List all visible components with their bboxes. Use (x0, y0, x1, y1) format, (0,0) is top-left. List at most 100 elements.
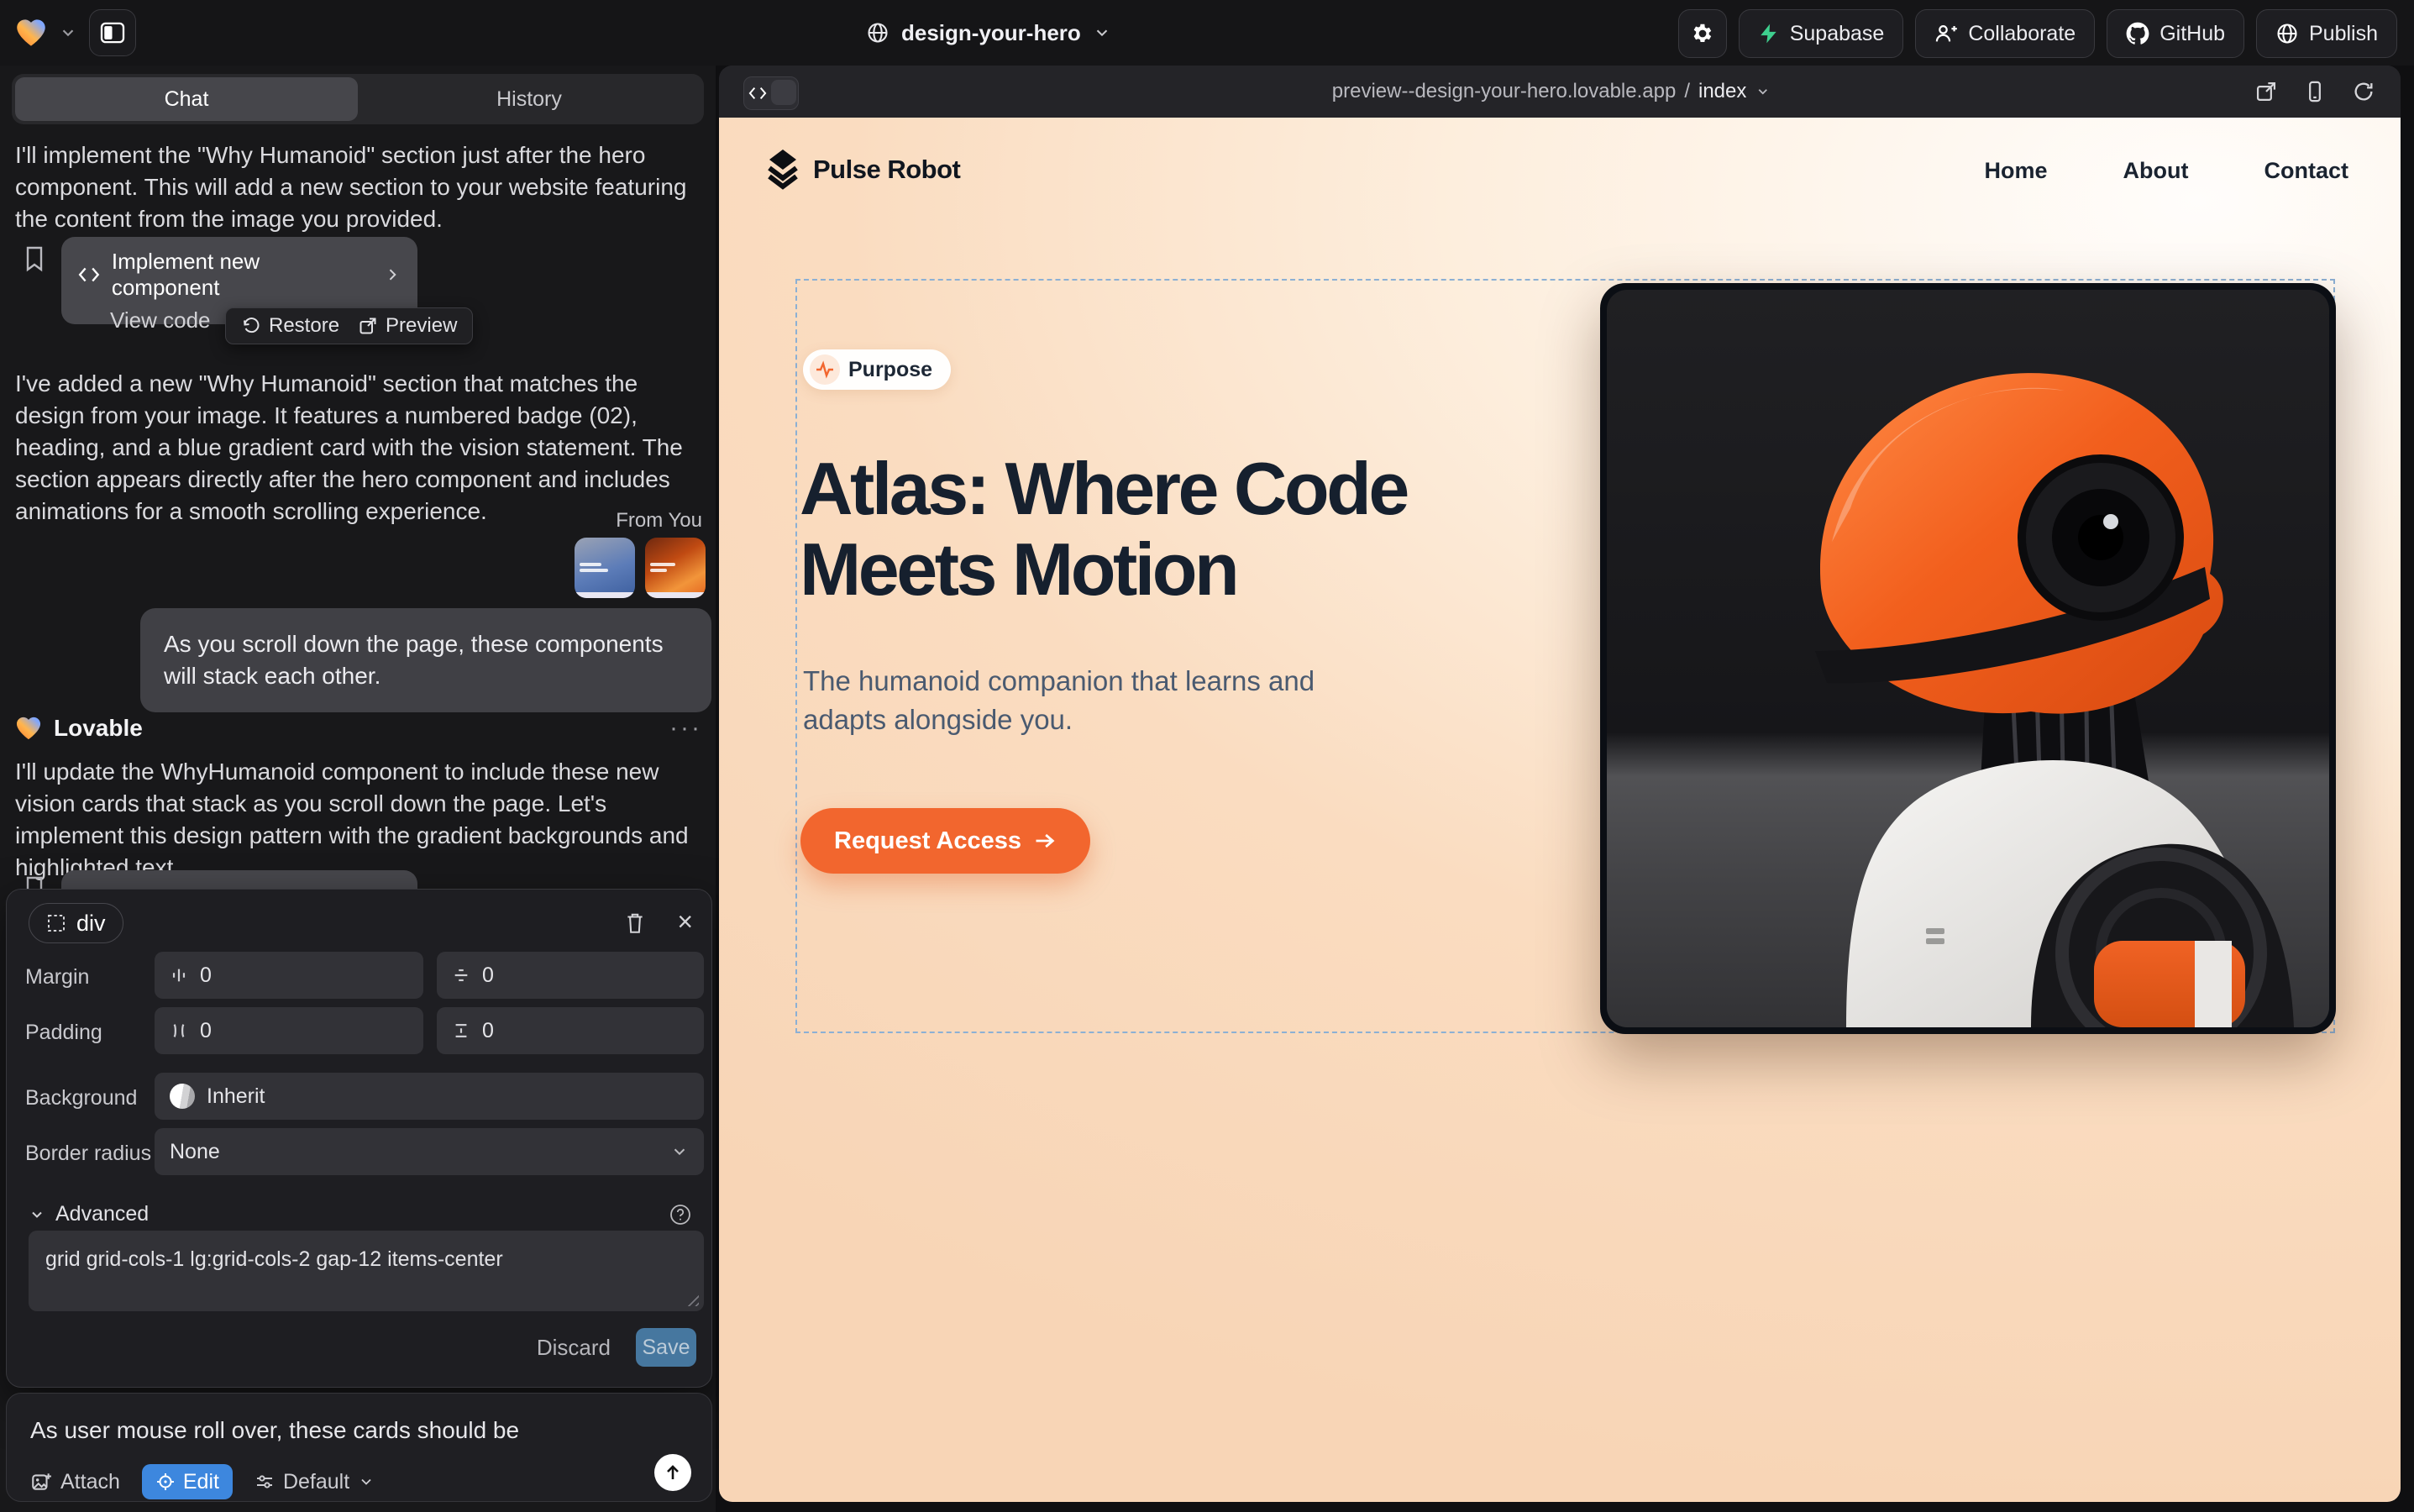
message-menu-icon[interactable]: ··· (669, 714, 702, 743)
toggle-knob (771, 80, 796, 105)
publish-button[interactable]: Publish (2256, 9, 2397, 58)
external-link-icon (2254, 80, 2278, 103)
margin-y-input[interactable]: 0 (437, 952, 704, 999)
code-icon (748, 85, 767, 102)
chevron-down-icon (1755, 84, 1770, 99)
restore-icon (241, 316, 261, 336)
assistant-message: I'll update the WhyHumanoid component to… (15, 756, 702, 884)
border-radius-select[interactable]: None (155, 1128, 704, 1175)
chat-panel: Chat History I'll implement the "Why Hum… (0, 66, 716, 1512)
background-label: Background (25, 1086, 137, 1110)
lovable-heart-logo[interactable] (15, 18, 47, 48)
padding-y-input[interactable]: 0 (437, 1007, 704, 1054)
mobile-view-button[interactable] (2303, 80, 2327, 103)
site-logo[interactable]: Pulse Robot (764, 148, 960, 192)
project-switcher[interactable]: design-your-hero (866, 0, 1111, 66)
background-input[interactable]: Inherit (155, 1073, 704, 1120)
nav-link-about[interactable]: About (2123, 158, 2189, 184)
site-canvas: Pulse Robot Home About Contact Purpose A… (719, 118, 2401, 1502)
arrow-right-icon (1033, 829, 1057, 853)
preview-url[interactable]: preview--design-your-hero.lovable.app / … (1332, 66, 1771, 118)
chevron-down-icon (670, 1142, 689, 1161)
advanced-classes-textarea[interactable]: grid grid-cols-1 lg:grid-cols-2 gap-12 i… (29, 1231, 704, 1311)
preview-button[interactable]: Preview (358, 314, 457, 338)
topbar: design-your-hero Supabase Collaborate Gi… (0, 0, 2414, 66)
element-inspector-panel: div × Margin 0 0 Padding 0 0 Background … (6, 889, 712, 1388)
padding-label: Padding (25, 1021, 102, 1045)
arrow-up-icon (663, 1462, 683, 1483)
settings-button[interactable] (1678, 9, 1727, 58)
pulse-robot-logo-icon (764, 148, 801, 192)
github-button[interactable]: GitHub (2107, 9, 2244, 58)
tab-chat[interactable]: Chat (15, 77, 358, 121)
target-icon (155, 1472, 176, 1492)
preview-toolbar: preview--design-your-hero.lovable.app / … (719, 66, 2401, 118)
version-toolbar: Restore Preview (225, 307, 473, 344)
workspace-chevron-down-icon[interactable] (59, 24, 77, 42)
border-radius-label: Border radius (25, 1142, 151, 1166)
margin-y-icon (452, 966, 470, 984)
advanced-label[interactable]: Advanced (55, 1202, 149, 1226)
color-swatch (170, 1084, 195, 1109)
hero-robot-image (1600, 283, 2336, 1034)
user-message-bubble: As you scroll down the page, these compo… (140, 608, 711, 712)
open-in-new-tab-button[interactable] (2254, 80, 2278, 103)
attach-button[interactable]: Attach (30, 1470, 120, 1494)
attach-image-icon (30, 1471, 52, 1493)
request-access-button[interactable]: Request Access (800, 808, 1090, 874)
padding-x-icon (170, 1021, 188, 1040)
chat-composer[interactable]: As user mouse roll over, these cards sho… (6, 1393, 712, 1502)
selected-element-chip[interactable]: div (29, 903, 123, 943)
edit-mode-button[interactable]: Edit (142, 1464, 233, 1499)
padding-y-icon (452, 1021, 470, 1040)
preview-frame: preview--design-your-hero.lovable.app / … (719, 66, 2401, 1502)
help-icon[interactable] (669, 1203, 692, 1226)
attachment-thumbnail-blue[interactable] (575, 538, 635, 598)
assistant-message: I've added a new "Why Humanoid" section … (15, 368, 702, 528)
smartphone-icon (2303, 80, 2327, 103)
attachment-thumbnail-orange[interactable] (645, 538, 706, 598)
from-you-label: From You (616, 509, 702, 533)
github-icon (2126, 22, 2149, 45)
refresh-button[interactable] (2352, 80, 2375, 103)
code-icon (78, 265, 100, 285)
project-name: design-your-hero (901, 20, 1081, 46)
sliders-icon (255, 1472, 275, 1492)
trash-icon (624, 911, 646, 935)
sidebar-toggle-button[interactable] (89, 9, 136, 56)
lovable-heart-icon (15, 716, 42, 741)
collaborate-icon (1934, 22, 1958, 45)
send-button[interactable] (654, 1454, 691, 1491)
delete-element-button[interactable] (624, 911, 646, 935)
purpose-badge: Purpose (803, 349, 951, 390)
margin-x-icon (170, 966, 188, 984)
chevron-down-icon (358, 1473, 375, 1490)
globe-icon (866, 21, 890, 45)
composer-input[interactable]: As user mouse roll over, these cards sho… (30, 1417, 669, 1444)
discard-button[interactable]: Discard (537, 1335, 611, 1361)
chat-history-tabs: Chat History (12, 74, 704, 124)
refresh-icon (2352, 80, 2375, 103)
restore-button[interactable]: Restore (241, 314, 339, 338)
margin-x-input[interactable]: 0 (155, 952, 423, 999)
bookmark-icon[interactable] (24, 245, 45, 272)
assistant-name: Lovable (54, 715, 143, 742)
pulse-icon (810, 354, 840, 385)
hero-heading: Atlas: Where Code Meets Motion (800, 449, 1407, 610)
chevron-down-icon (1093, 24, 1111, 42)
external-link-icon (358, 316, 378, 336)
save-button[interactable]: Save (636, 1328, 696, 1367)
padding-x-input[interactable]: 0 (155, 1007, 423, 1054)
code-view-toggle[interactable] (743, 76, 799, 110)
assistant-header: Lovable ··· (15, 714, 702, 743)
close-icon[interactable]: × (677, 910, 693, 933)
chevron-right-icon (384, 266, 401, 283)
hero-subtext: The humanoid companion that learns and a… (803, 662, 1391, 739)
nav-link-home[interactable]: Home (1985, 158, 2048, 184)
supabase-button[interactable]: Supabase (1739, 9, 1904, 58)
assistant-message: I'll implement the "Why Humanoid" sectio… (15, 139, 702, 235)
tab-history[interactable]: History (358, 77, 701, 121)
collaborate-button[interactable]: Collaborate (1915, 9, 2095, 58)
nav-link-contact[interactable]: Contact (2264, 158, 2349, 184)
model-selector[interactable]: Default (255, 1470, 375, 1494)
